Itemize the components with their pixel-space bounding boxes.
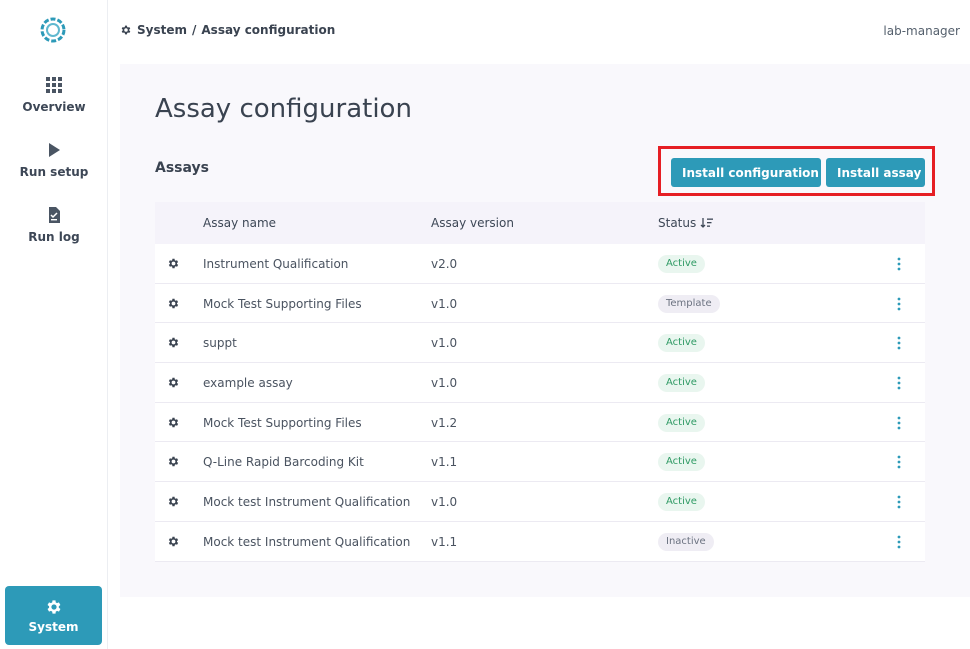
gear-icon[interactable] — [167, 297, 180, 310]
sidebar-item-run-setup[interactable]: Run setup — [0, 141, 108, 179]
gear-icon[interactable] — [167, 455, 180, 468]
page-title: Assay configuration — [155, 94, 412, 124]
sort-icon[interactable] — [700, 217, 714, 229]
assay-version: v1.2 — [431, 415, 458, 430]
assay-name: Instrument Qualification — [203, 257, 349, 271]
more-options-icon[interactable] — [893, 454, 905, 470]
table-row[interactable]: suppt v1.0 Active — [155, 323, 925, 364]
sidebar-item-run-log[interactable]: Run log — [0, 206, 108, 244]
table-row[interactable]: example assay v1.0 Active — [155, 363, 925, 403]
assay-version: v1.0 — [431, 296, 458, 311]
gear-icon[interactable] — [167, 336, 180, 349]
more-options-icon[interactable] — [893, 494, 905, 510]
install-configuration-button[interactable]: Install configuration — [671, 158, 821, 187]
column-header-status[interactable]: Status — [658, 216, 714, 230]
top-bar: System / Assay configuration lab-manager — [108, 0, 970, 64]
status-badge: Inactive — [658, 532, 714, 551]
status-badge: Active — [658, 334, 705, 353]
gear-icon — [47, 600, 60, 614]
document-icon — [49, 207, 60, 223]
gear-icon[interactable] — [167, 535, 180, 548]
column-header-version: Assay version — [431, 216, 514, 230]
assay-name: Mock Test Supporting Files — [203, 415, 362, 430]
sidebar-item-label: Run setup — [19, 165, 89, 179]
grid-icon — [46, 77, 62, 93]
column-header-name: Assay name — [203, 216, 277, 230]
assay-version: v2.0 — [431, 257, 458, 271]
sidebar-item-overview[interactable]: Overview — [0, 76, 108, 114]
status-badge: Active — [658, 493, 705, 512]
table-row[interactable]: Mock Test Supporting Files v1.0 Template — [155, 283, 925, 324]
assay-name: Mock test Instrument Qualification — [203, 495, 411, 510]
gear-icon — [121, 25, 131, 35]
more-options-icon[interactable] — [893, 415, 905, 431]
sidebar-item-label: Overview — [22, 100, 86, 114]
assays-table: Assay name Assay version Status Instrume… — [155, 202, 925, 562]
status-badge: Active — [658, 255, 705, 273]
table-row[interactable]: Instrument Qualification v2.0 Active — [155, 244, 925, 284]
assay-name: suppt — [203, 336, 237, 351]
breadcrumb: System / Assay configuration — [120, 23, 335, 37]
user-menu[interactable]: lab-manager — [883, 24, 960, 38]
breadcrumb-separator: / — [192, 23, 197, 37]
table-row[interactable]: Mock Test Supporting Files v1.2 Active — [155, 402, 925, 443]
breadcrumb-system-link[interactable]: System — [137, 23, 187, 37]
gear-icon[interactable] — [167, 257, 180, 270]
more-options-icon[interactable] — [893, 335, 905, 351]
more-options-icon[interactable] — [893, 296, 905, 312]
assay-name: example assay — [203, 376, 293, 391]
sidebar-item-label: System — [28, 620, 79, 634]
table-row[interactable]: Q-Line Rapid Barcoding Kit v1.1 Active — [155, 442, 925, 483]
assay-name: Mock test Instrument Qualification — [203, 534, 411, 549]
table-row[interactable]: Mock test Instrument Qualification v1.0 Ac… — [155, 482, 925, 522]
gear-icon[interactable] — [167, 376, 180, 389]
assay-version: v1.0 — [431, 336, 458, 351]
sidebar-item-label: Run log — [28, 230, 80, 244]
more-options-icon[interactable] — [893, 534, 905, 550]
sidebar: Overview Run setup Run log System — [0, 0, 108, 649]
assay-name: Mock Test Supporting Files — [203, 296, 362, 311]
sidebar-item-system[interactable]: System — [5, 586, 102, 645]
assay-name: Q-Line Rapid Barcoding Kit — [203, 455, 364, 470]
more-options-icon[interactable] — [893, 375, 905, 391]
install-assay-button[interactable]: Install assay — [826, 158, 925, 187]
gear-icon[interactable] — [167, 495, 180, 508]
breadcrumb-current: Assay configuration — [201, 23, 336, 37]
table-header: Assay name Assay version Status — [155, 202, 925, 244]
assay-version: v1.1 — [431, 455, 458, 470]
assay-version: v1.0 — [431, 495, 458, 510]
play-icon — [49, 143, 60, 157]
main-panel: Assay configuration Assays Install confi… — [120, 64, 970, 597]
assay-version: v1.0 — [431, 376, 458, 391]
status-badge: Template — [658, 294, 720, 313]
assay-version: v1.1 — [431, 534, 458, 549]
more-options-icon[interactable] — [893, 256, 905, 272]
gear-icon[interactable] — [167, 416, 180, 429]
logo-icon[interactable] — [37, 14, 69, 46]
status-badge: Active — [658, 413, 705, 432]
status-badge: Active — [658, 453, 705, 472]
table-body: Instrument Qualification v2.0 Active Mock T… — [155, 244, 925, 562]
section-title: Assays — [155, 160, 209, 176]
action-buttons-highlight: Install configuration Install assay — [658, 146, 935, 196]
status-badge: Active — [658, 374, 705, 393]
table-row[interactable]: Mock test Instrument Qualification v1.1 In… — [155, 521, 925, 562]
column-header-status-label: Status — [658, 216, 697, 230]
